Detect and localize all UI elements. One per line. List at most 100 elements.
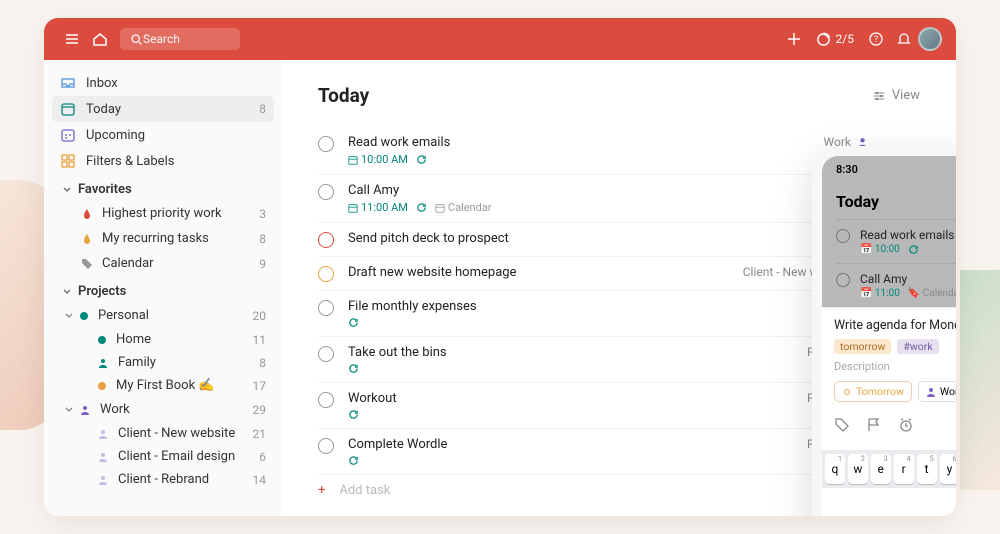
key-y[interactable]: 6y [940, 454, 957, 484]
menu-icon[interactable] [58, 25, 86, 53]
sun-icon [842, 387, 852, 397]
person-icon [98, 358, 108, 368]
flag-icon[interactable] [866, 417, 882, 433]
task-checkbox[interactable] [318, 300, 334, 316]
notifications-icon[interactable] [890, 25, 918, 53]
home-icon[interactable] [86, 25, 114, 53]
person-icon [926, 387, 936, 397]
view-button[interactable]: View [872, 88, 920, 103]
sidebar-subproject-home[interactable]: Home11 [52, 328, 274, 351]
task-row[interactable]: WorkoutPersonal [318, 383, 868, 429]
page-title: Today [318, 84, 369, 107]
task-row[interactable]: Send pitch deck to prospectWork [318, 223, 868, 257]
task-row[interactable]: Read work emails10:00 AMWork [318, 127, 868, 175]
chevron-down-icon [60, 287, 74, 297]
label-icon[interactable] [834, 417, 850, 433]
chevron-down-icon [62, 405, 76, 415]
person-icon [98, 475, 108, 485]
main-content: Today View Read work emails10:00 AMWorkC… [282, 60, 956, 516]
phone-title: Today [836, 192, 879, 211]
person-icon [98, 429, 108, 439]
phone-status-bar: 8:30 [822, 156, 956, 182]
phone-task[interactable]: Call Amy📅 11:00🔖 Calendar Work 👤 [836, 263, 956, 307]
sidebar-item-today[interactable]: Today 8 [52, 96, 274, 122]
task-row[interactable]: Take out the binsPersonal [318, 337, 868, 383]
task-checkbox[interactable] [318, 136, 334, 152]
keyboard[interactable]: 1q2w3e4r5t6y7u8i9o0p [822, 450, 956, 488]
key-r[interactable]: 4r [894, 454, 914, 484]
avatar[interactable] [918, 27, 942, 51]
task-checkbox[interactable] [318, 184, 334, 200]
task-title: Read work emails [348, 135, 868, 150]
phone-mockup: 8:30 Today Read work emails📅 10:00 Work … [812, 146, 956, 516]
person-icon [80, 405, 90, 415]
task-checkbox[interactable] [318, 232, 334, 248]
sidebar-item-calendar[interactable]: Calendar9 [52, 251, 274, 276]
sidebar-item-highest-priority[interactable]: Highest priority work3 [52, 201, 274, 226]
recur-icon [348, 317, 359, 328]
sidebar-item-inbox[interactable]: Inbox [52, 70, 274, 96]
task-row[interactable]: Complete WordlePersonal [318, 429, 868, 475]
inbox-icon [60, 75, 76, 91]
task-checkbox[interactable] [318, 392, 334, 408]
sidebar-subproject-client-website[interactable]: Client - New website21 [52, 422, 274, 445]
task-title: File monthly expenses [348, 299, 868, 314]
tag-icon [80, 258, 94, 270]
compose-description[interactable]: Description [834, 360, 956, 373]
add-button[interactable] [780, 25, 808, 53]
topbar: 2/5 ? [44, 18, 956, 60]
sidebar-item-recurring[interactable]: My recurring tasks8 [52, 226, 274, 251]
chevron-down-icon [62, 311, 76, 321]
key-q[interactable]: 1q [825, 454, 845, 484]
opt-work[interactable]: Work [918, 381, 956, 402]
key-t[interactable]: 5t [917, 454, 937, 484]
search-icon [130, 33, 143, 46]
task-title: Workout [348, 391, 868, 406]
task-title: Call Amy [348, 183, 868, 198]
key-w[interactable]: 2w [848, 454, 868, 484]
chip-tomorrow[interactable]: tomorrow [834, 339, 891, 354]
app-window: 2/5 ? Inbox Today 8 Upcoming Filters & L… [44, 18, 956, 516]
task-checkbox[interactable] [318, 266, 334, 282]
productivity-counter[interactable]: 2/5 [816, 32, 854, 47]
chip-work[interactable]: #work [897, 339, 938, 354]
sidebar-subproject-family[interactable]: Family8 [52, 351, 274, 374]
recur-icon [416, 202, 427, 213]
sliders-icon [872, 89, 886, 103]
task-title: Take out the bins [348, 345, 868, 360]
projects-header[interactable]: Projects [52, 276, 274, 303]
task-row[interactable]: File monthly expensesWork [318, 291, 868, 337]
compose-title[interactable]: Write agenda for Monday's meeting [834, 318, 956, 333]
help-icon[interactable]: ? [862, 25, 890, 53]
filters-icon [60, 153, 76, 169]
task-row[interactable]: Draft new website homepageClient - New w… [318, 257, 868, 291]
sidebar-subproject-client-rebrand[interactable]: Client - Rebrand14 [52, 468, 274, 491]
sidebar-subproject-client-email[interactable]: Client - Email design6 [52, 445, 274, 468]
sidebar-subproject-book[interactable]: My First Book ✍️17 [52, 374, 274, 397]
sidebar-project-personal[interactable]: Personal20 [52, 303, 274, 328]
phone-task[interactable]: Read work emails📅 10:00 Work 👤 [836, 219, 956, 263]
chevron-down-icon [60, 185, 74, 195]
search-input[interactable] [120, 28, 240, 50]
svg-text:?: ? [874, 35, 878, 45]
upcoming-icon [60, 127, 76, 143]
alarm-icon[interactable] [898, 417, 914, 433]
recur-icon [348, 455, 359, 466]
recur-icon [348, 409, 359, 420]
task-checkbox[interactable] [318, 346, 334, 362]
sidebar-item-filters[interactable]: Filters & Labels [52, 148, 274, 174]
key-e[interactable]: 3e [871, 454, 891, 484]
phone-compose: Write agenda for Monday's meeting tomorr… [822, 307, 956, 450]
add-task[interactable]: +Add task [318, 475, 868, 506]
progress-icon [816, 32, 831, 47]
sidebar-item-upcoming[interactable]: Upcoming [52, 122, 274, 148]
task-checkbox[interactable] [318, 438, 334, 454]
favorites-header[interactable]: Favorites [52, 174, 274, 201]
task-title: Send pitch deck to prospect [348, 231, 868, 246]
today-icon [60, 101, 76, 117]
task-title: Complete Wordle [348, 437, 868, 452]
sidebar-project-work[interactable]: Work29 [52, 397, 274, 422]
opt-tomorrow[interactable]: Tomorrow [834, 381, 912, 402]
task-row[interactable]: Call Amy11:00 AM CalendarWork [318, 175, 868, 223]
project-color-dot [80, 312, 88, 320]
